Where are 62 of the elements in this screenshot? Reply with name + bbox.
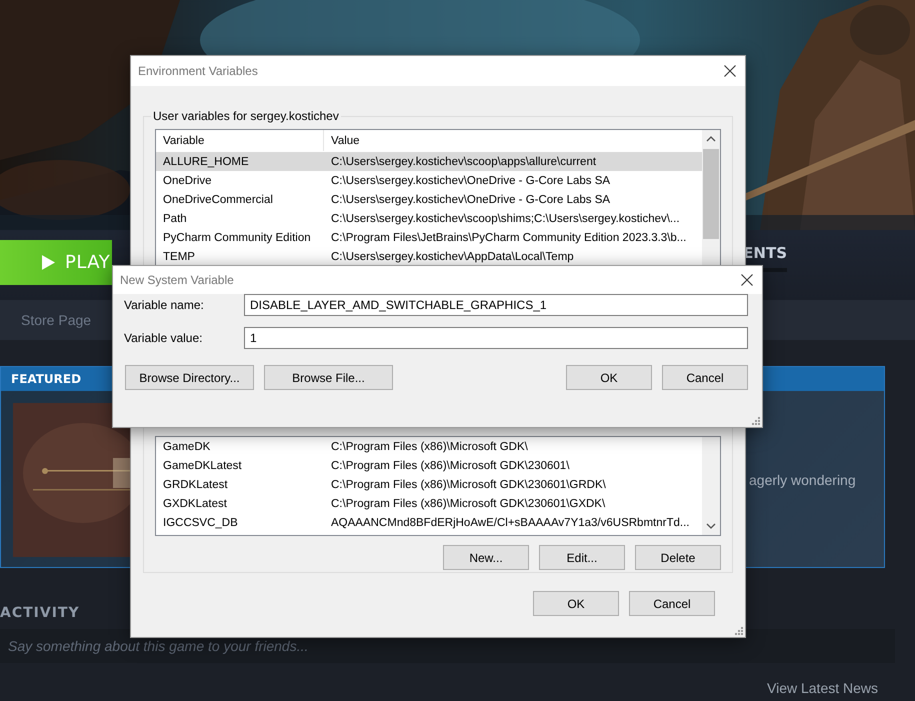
variable-value: C:\Users\sergey.kostichev\OneDrive - G-Core Labs SA [330,194,610,206]
list-row[interactable]: IGCCSVC_DB AQAAANCMnd8BFdERjHoAwE/Cl+sBAAAAv7Y1a3/v6USRbmtnrTd... [156,513,702,532]
list-row[interactable]: PyCharm Community Edition C:\Program Files\JetBrains\PyCharm Community Edition 2023.3.3\b... [156,228,702,247]
variable-name: GameDK [162,440,212,454]
list-row[interactable]: TEMP C:\Users\sergey.kostichev\AppData\Local\Temp [156,247,702,266]
resize-grip-icon[interactable] [735,627,743,635]
variable-name: GameDKLatest [162,458,243,474]
dialog-button[interactable]: Browse Directory... [125,365,254,390]
news-text: agerly wondering [749,472,856,488]
variable-value: C:\Users\sergey.kostichev\scoop\apps\allure\current [330,156,596,168]
resize-grip-icon[interactable] [752,417,760,425]
view-news-link[interactable]: View Latest News [767,680,915,696]
dialog-button[interactable]: Edit... [539,545,625,570]
dialog-button[interactable]: OK [533,591,619,616]
input-field[interactable]: 1 [244,327,748,349]
dialog-button[interactable]: Cancel [662,365,748,390]
variable-value: C:\Program Files (x86)\Microsoft GDK\230601\GXDK\ [330,498,606,510]
scroll-up-icon[interactable] [706,136,716,142]
dialog-button[interactable]: New... [443,545,529,570]
variable-name: GRDKLatest [162,478,229,492]
variable-name: OneDriveCommercial [162,192,274,208]
variable-value: C:\Program Files (x86)\Microsoft GDK\230601\ [330,460,570,472]
field-label: Variable value: [124,331,204,345]
list-row[interactable]: OneDriveCommercial C:\Users\sergey.kostichev\OneDrive - G-Core Labs SA [156,190,702,209]
close-icon[interactable] [724,65,736,77]
window-title: New System Variable [120,273,234,287]
variable-name: IGCCSVC_DB [162,516,239,530]
window-title: Environment Variables [138,64,258,78]
variable-value: C:\Program Files\JetBrains\PyCharm Community Edition 2023.3.3\b... [330,232,686,244]
variable-name: GXDKLatest [162,496,228,512]
scroll-down-icon[interactable] [706,523,716,529]
dialog-button[interactable]: Delete [635,545,721,570]
dialog-button[interactable]: Browse File... [264,365,393,390]
variable-value: C:\Users\sergey.kostichev\scoop\shims;C:\Users\sergey.kostichev\... [330,212,680,224]
variable-name: TEMP [162,250,196,264]
list-row[interactable]: GXDKLatest C:\Program Files (x86)\Microsoft GDK\230601\GXDK\ [156,494,702,513]
featured-title: FEATURED [11,372,82,386]
input-field[interactable]: DISABLE_LAYER_AMD_SWITCHABLE_GRAPHICS_1 [244,294,748,316]
dialog-button[interactable]: Cancel [629,591,715,616]
variable-value: C:\Program Files (x86)\Microsoft GDK\ [330,440,528,452]
variable-name: PyCharm Community Edition [162,230,312,246]
variable-value: AQAAANCMnd8BFdERjHoAwE/Cl+sBAAAAv7Y1a3/v6USRbmtnrTd... [330,516,690,528]
variable-name: OneDrive [162,174,213,188]
variable-value: C:\Users\sergey.kostichev\OneDrive - G-Core Labs SA [330,174,610,186]
list-row[interactable]: GameDK C:\Program Files (x86)\Microsoft GDK\ [156,437,702,456]
column-header[interactable]: Variable [156,130,324,151]
variable-value: C:\Program Files (x86)\Microsoft GDK\230601\GRDK\ [330,478,606,490]
variable-name: ALLURE_HOME [162,154,250,170]
close-icon[interactable] [741,274,753,286]
play-icon [42,255,55,270]
list-row[interactable]: GRDKLatest C:\Program Files (x86)\Microsoft GDK\230601\GRDK\ [156,475,702,494]
column-header[interactable]: Value [324,130,360,151]
list-row[interactable]: Path C:\Users\sergey.kostichev\scoop\shims;C:\Users\sergey.kostichev\... [156,209,702,228]
variable-value: C:\Users\sergey.kostichev\AppData\Local\Temp [330,250,574,262]
list-row[interactable]: OneDrive C:\Users\sergey.kostichev\OneDrive - G-Core Labs SA [156,171,702,190]
field-label: Variable name: [124,298,205,312]
dialog-button[interactable]: OK [566,365,652,390]
list-row[interactable]: GameDKLatest C:\Program Files (x86)\Microsoft GDK\230601\ [156,456,702,475]
activity-heading: ACTIVITY [0,605,81,623]
group-label: User variables for sergey.kostichev [152,110,340,123]
list-row[interactable]: ALLURE_HOME C:\Users\sergey.kostichev\scoop\apps\allure\current [156,152,702,171]
variable-name: Path [162,212,188,226]
